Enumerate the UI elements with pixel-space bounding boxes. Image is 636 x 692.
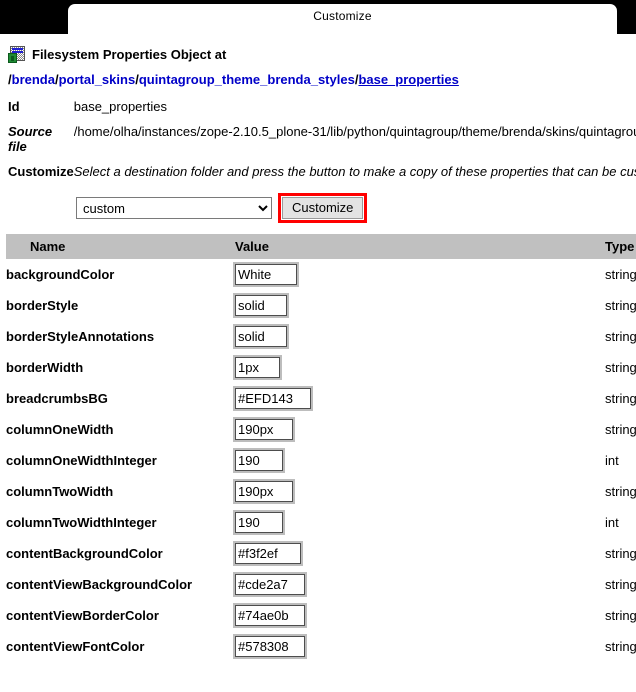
customize-button-highlight: Customize (278, 193, 368, 223)
property-type: string (605, 329, 636, 344)
properties-table-header: Name Value Type (6, 234, 636, 259)
property-value-cell (233, 569, 605, 600)
property-value-cell (233, 600, 605, 631)
property-value-cell (233, 538, 605, 569)
property-name: columnOneWidth (6, 422, 114, 437)
property-value-input[interactable] (233, 448, 285, 473)
table-row: contentBackgroundColor string (6, 538, 636, 569)
property-value-cell (233, 321, 605, 352)
table-row: contentViewBackgroundColor string (6, 569, 636, 600)
breadcrumb-item-base-properties[interactable]: base_properties (358, 72, 458, 87)
property-value-input[interactable] (233, 479, 295, 504)
property-type: string (605, 639, 636, 654)
property-value-cell (233, 259, 605, 290)
property-type: string (605, 608, 636, 623)
property-value-input[interactable] (233, 293, 289, 318)
tab-customize[interactable]: Customize (68, 4, 617, 34)
property-name: contentViewFontColor (6, 639, 145, 654)
property-value-input[interactable] (233, 603, 307, 628)
property-type: string (605, 577, 636, 592)
property-name: borderStyleAnnotations (6, 329, 155, 344)
property-type: int (605, 515, 619, 530)
detail-row-customize: Customize Select a destination folder an… (6, 164, 636, 189)
property-name: contentViewBackgroundColor (6, 577, 193, 592)
property-value-cell (233, 290, 605, 321)
object-details: Id base_properties Source file /home/olh… (6, 99, 636, 189)
property-name: columnTwoWidth (6, 484, 114, 499)
table-row: breadcrumbsBG string (6, 383, 636, 414)
id-label: Id (8, 99, 20, 114)
property-value-input[interactable] (233, 355, 282, 380)
property-type: string (605, 546, 636, 561)
property-value-cell (233, 631, 605, 662)
property-name: borderWidth (6, 360, 84, 375)
property-value-cell (233, 445, 605, 476)
destination-folder-select[interactable]: custom (76, 197, 272, 219)
table-row: contentViewBorderColor string (6, 600, 636, 631)
breadcrumb-item-brenda[interactable]: brenda (12, 72, 55, 87)
property-value-cell (233, 352, 605, 383)
property-value-input[interactable] (233, 386, 313, 411)
property-name: breadcrumbsBG (6, 391, 108, 406)
object-title-text: Filesystem Properties Object at (32, 47, 227, 62)
property-type: string (605, 391, 636, 406)
column-header-name: Name (6, 234, 235, 259)
breadcrumb-item-portal-skins[interactable]: portal_skins (59, 72, 136, 87)
column-header-value: Value (235, 234, 605, 259)
property-type: string (605, 298, 636, 313)
property-value-cell (233, 414, 605, 445)
property-name: columnOneWidthInteger (6, 453, 157, 468)
table-row: columnOneWidth string (6, 414, 636, 445)
property-name: contentBackgroundColor (6, 546, 163, 561)
table-row: columnOneWidthInteger int (6, 445, 636, 476)
property-value-cell (233, 476, 605, 507)
customize-form: custom Customize (76, 193, 630, 223)
properties-table: Name Value Type backgroundColorstringbor… (6, 234, 636, 662)
property-type: string (605, 422, 636, 437)
id-value: base_properties (73, 99, 167, 114)
property-value-input[interactable] (233, 510, 285, 535)
customize-label: Customize (8, 164, 74, 179)
customize-description: Select a destination folder and press th… (73, 164, 636, 179)
property-value-input[interactable] (233, 634, 307, 659)
source-file-label: Source file (8, 124, 53, 154)
property-value-input[interactable] (233, 262, 299, 287)
table-row: borderStyle string (6, 290, 636, 321)
table-row: borderWidth string (6, 352, 636, 383)
property-name: backgroundColor (6, 267, 115, 282)
property-name: contentViewBorderColor (6, 608, 159, 623)
property-value-input[interactable] (233, 541, 303, 566)
property-value-input[interactable] (233, 572, 307, 597)
source-file-value: /home/olha/instances/zope-2.10.5_plone-3… (73, 124, 636, 139)
property-type: string (605, 267, 636, 282)
customize-button[interactable]: Customize (282, 197, 364, 219)
property-value-cell (233, 383, 605, 414)
property-value-cell (233, 507, 605, 538)
window-tab-bar: Customize (0, 0, 636, 34)
breadcrumb: /brenda/portal_skins/quintagroup_theme_b… (8, 72, 630, 87)
filesystem-properties-icon (8, 46, 25, 63)
properties-table-body: backgroundColorstringborderStylestringbo… (6, 259, 636, 662)
object-title: Filesystem Properties Object at (8, 46, 630, 63)
table-row: columnTwoWidth string (6, 476, 636, 507)
property-value-input[interactable] (233, 417, 295, 442)
tab-customize-label: Customize (313, 9, 372, 23)
table-row: borderStyleAnnotations string (6, 321, 636, 352)
table-row: backgroundColor string (6, 259, 636, 290)
table-row: contentViewFontColor string (6, 631, 636, 662)
property-type: int (605, 453, 619, 468)
page-content: Filesystem Properties Object at /brenda/… (0, 46, 636, 662)
detail-row-source-file: Source file /home/olha/instances/zope-2.… (6, 124, 636, 164)
breadcrumb-item-quintagroup-theme-brenda-styles[interactable]: quintagroup_theme_brenda_styles (139, 72, 355, 87)
column-header-type: Type (605, 234, 636, 259)
table-row: columnTwoWidthInteger int (6, 507, 636, 538)
property-type: string (605, 360, 636, 375)
property-name: columnTwoWidthInteger (6, 515, 157, 530)
property-name: borderStyle (6, 298, 79, 313)
detail-row-id: Id base_properties (6, 99, 636, 124)
property-value-input[interactable] (233, 324, 289, 349)
property-type: string (605, 484, 636, 499)
